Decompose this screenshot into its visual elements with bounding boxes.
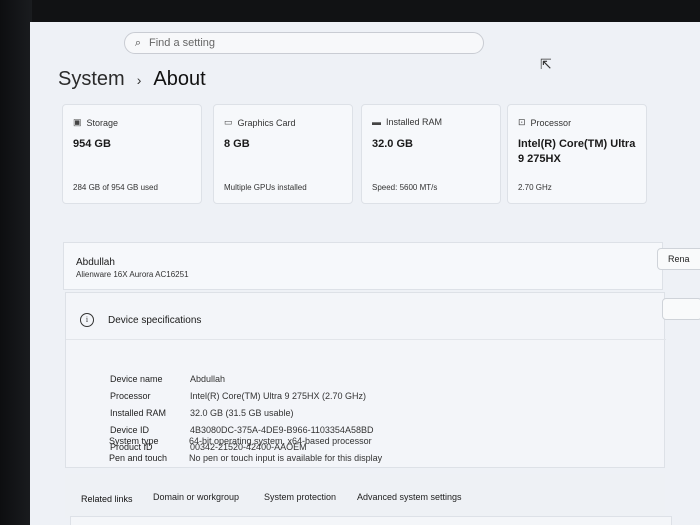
next-section-card xyxy=(70,516,672,525)
graphics-card-card[interactable]: ▭ Graphics Card 8 GB Multiple GPUs instal… xyxy=(213,104,353,204)
card-subtext: Speed: 5600 MT/s xyxy=(372,183,438,192)
card-title: Installed RAM xyxy=(386,117,443,127)
processor-icon: ⊡ xyxy=(518,117,526,127)
spec-row: Pen and touch No pen or touch input is a… xyxy=(109,453,382,470)
installed-ram-card[interactable]: ▬ Installed RAM 32.0 GB Speed: 5600 MT/s xyxy=(361,104,501,204)
related-links-title: Related links xyxy=(81,494,133,504)
link-advanced-system-settings[interactable]: Advanced system settings xyxy=(357,492,462,502)
link-system-protection[interactable]: System protection xyxy=(264,492,336,502)
card-subtext: 284 GB of 954 GB used xyxy=(73,183,158,192)
specs-header[interactable]: i Device specifications xyxy=(66,293,666,340)
chevron-right-icon: › xyxy=(136,71,142,88)
spec-label: Pen and touch xyxy=(109,453,168,463)
breadcrumb-system[interactable]: System xyxy=(58,68,125,91)
breadcrumb: System › About xyxy=(58,68,206,91)
page-title: About xyxy=(153,68,206,90)
related-links-bar: Related links Domain or workgroup System… xyxy=(65,474,665,518)
spec-label: Device name xyxy=(110,374,163,384)
mouse-cursor-icon: ⇱ xyxy=(540,56,552,72)
storage-card[interactable]: ▣ Storage 954 GB 284 GB of 954 GB used xyxy=(62,104,202,204)
spec-value: 64-bit operating system, x64-based proce… xyxy=(189,436,372,446)
rename-button[interactable]: Rena xyxy=(657,248,700,270)
spec-label: System type xyxy=(109,436,159,446)
card-value: Intel(R) Core(TM) Ultra 9 275HX xyxy=(518,138,636,165)
search-box[interactable]: ⌕ xyxy=(124,32,484,54)
spec-row: Device name Abdullah xyxy=(110,374,225,391)
processor-card[interactable]: ⊡ Processor Intel(R) Core(TM) Ultra 9 275… xyxy=(507,104,647,204)
search-input[interactable] xyxy=(149,37,469,49)
screen-bezel-left xyxy=(0,0,32,525)
settings-window: ⌕ System › About ⇱ ▣ Storage 954 GB 284 G… xyxy=(30,22,700,525)
spec-label: Installed RAM xyxy=(110,408,167,418)
device-name-panel: Abdullah Alienware 16X Aurora AC16251 xyxy=(63,242,663,290)
spec-row: System type 64-bit operating system, x64… xyxy=(109,436,372,453)
card-value: 8 GB xyxy=(224,138,250,150)
spec-value: No pen or touch input is available for t… xyxy=(189,453,383,463)
ram-icon: ▬ xyxy=(372,117,381,127)
storage-icon: ▣ xyxy=(73,117,82,127)
spec-label: Processor xyxy=(110,391,151,401)
spec-value: 32.0 GB (31.5 GB usable) xyxy=(190,408,294,418)
search-icon: ⌕ xyxy=(134,36,142,49)
card-value: 954 GB xyxy=(73,138,111,150)
graphics-card-icon: ▭ xyxy=(224,117,233,127)
card-title: Processor xyxy=(530,117,572,128)
device-name: Abdullah xyxy=(76,257,115,268)
copy-button[interactable] xyxy=(662,298,700,320)
spec-row: Installed RAM 32.0 GB (31.5 GB usable) xyxy=(110,408,294,425)
card-subtext: Multiple GPUs installed xyxy=(224,183,307,192)
device-model: Alienware 16X Aurora AC16251 xyxy=(76,270,189,279)
screen-bezel-top xyxy=(0,0,700,24)
link-domain-or-workgroup[interactable]: Domain or workgroup xyxy=(153,492,239,502)
card-value: 32.0 GB xyxy=(372,138,413,150)
spec-row: Processor Intel(R) Core(TM) Ultra 9 275H… xyxy=(110,391,366,408)
spec-value: Abdullah xyxy=(190,374,226,384)
spec-value: Intel(R) Core(TM) Ultra 9 275HX (2.70 GH… xyxy=(190,391,367,401)
specs-title: Device specifications xyxy=(108,315,202,326)
info-icon: i xyxy=(80,313,94,327)
card-title: Graphics Card xyxy=(237,117,296,128)
card-title: Storage xyxy=(86,117,119,128)
card-subtext: 2.70 GHz xyxy=(518,183,552,192)
